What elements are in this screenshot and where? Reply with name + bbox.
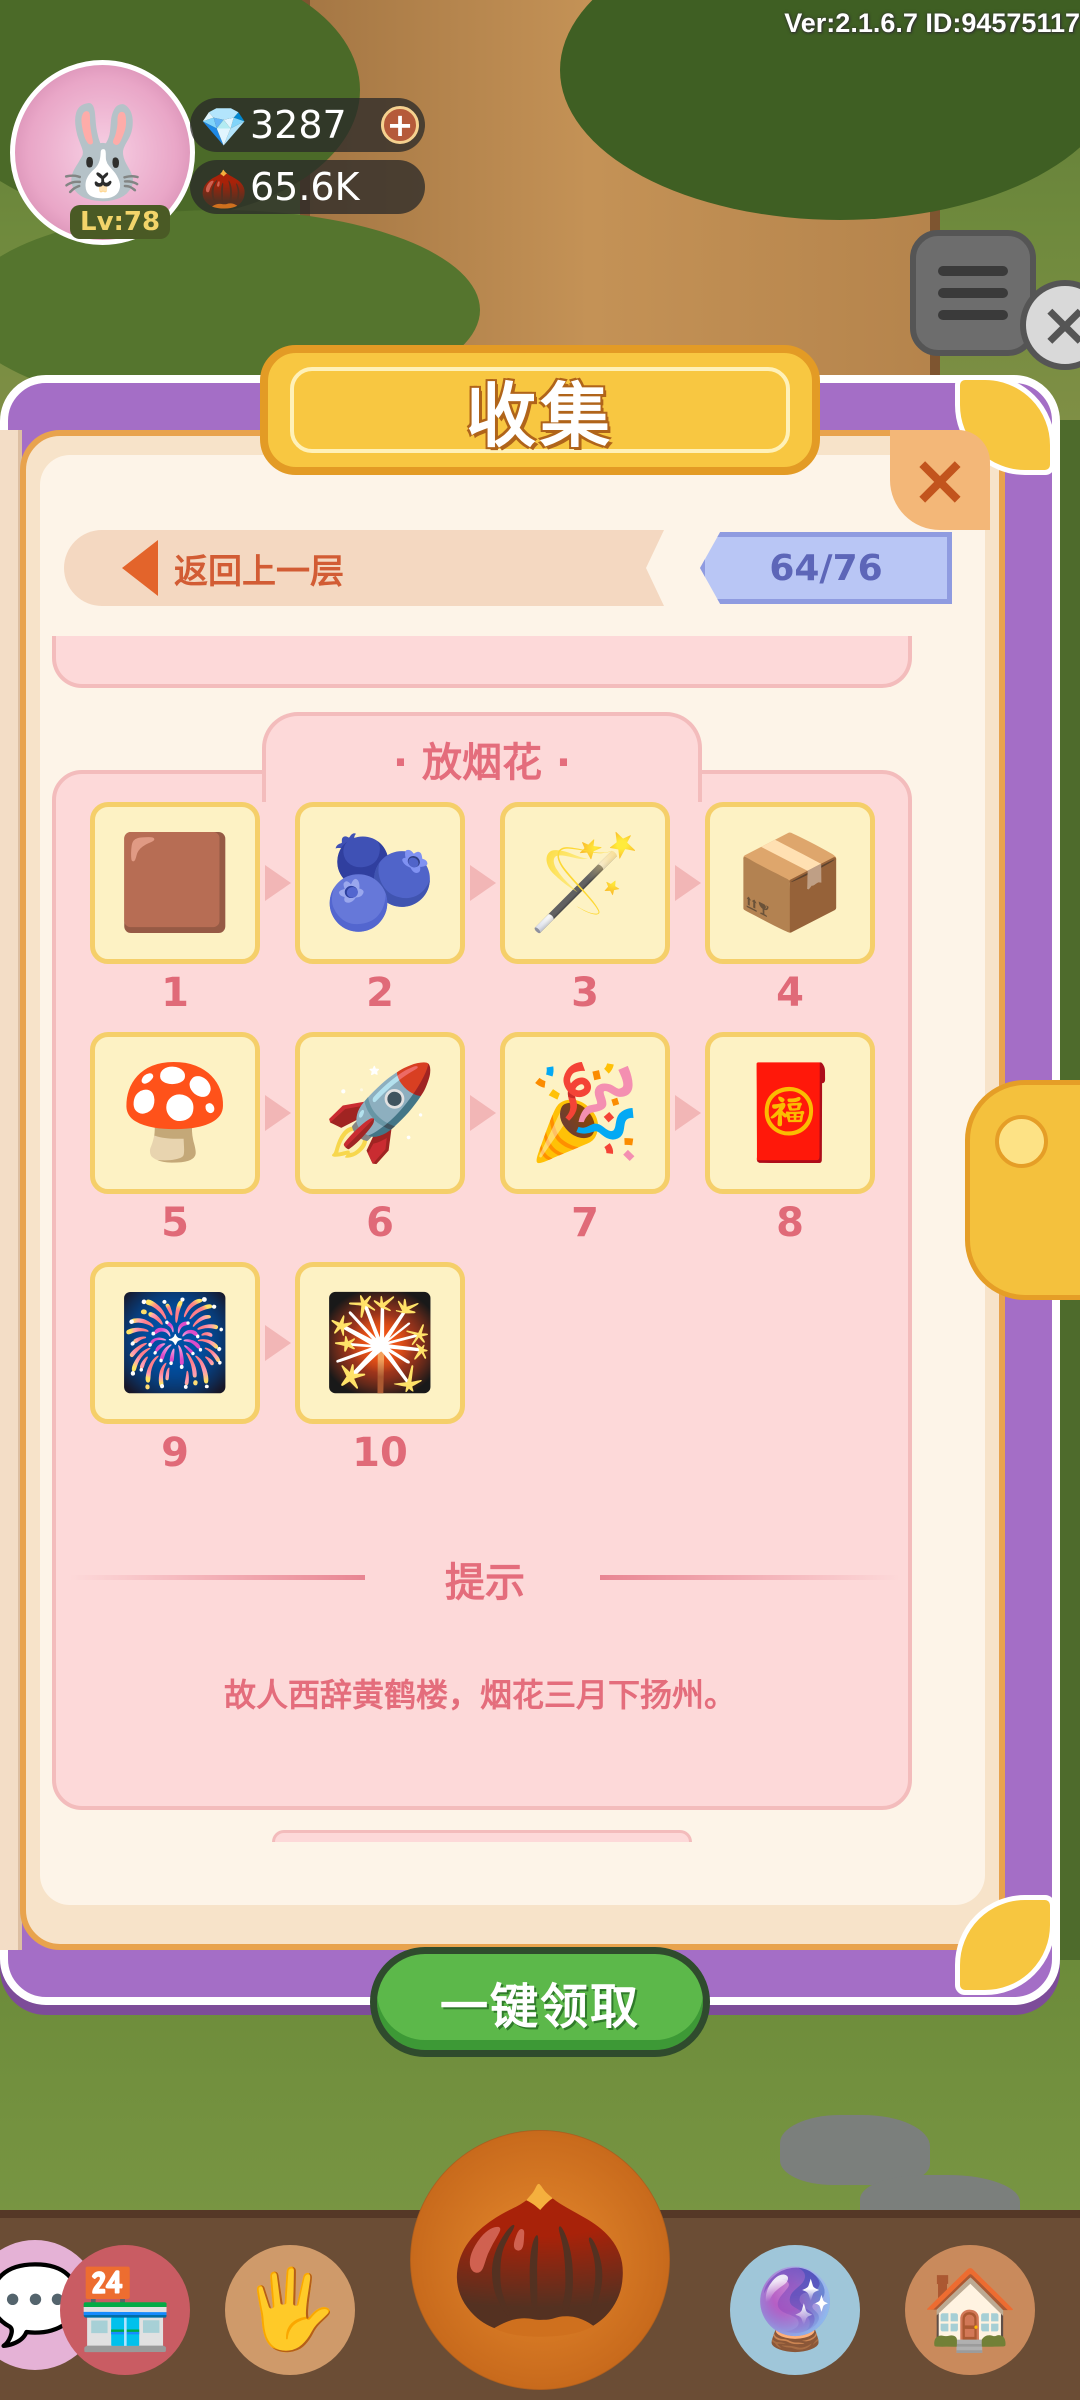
set-title-tab: · 放烟花 · xyxy=(262,712,702,802)
back-arrow-icon xyxy=(122,540,158,596)
divider-right xyxy=(600,1575,900,1580)
menu-icon xyxy=(938,310,1008,320)
previous-set-card xyxy=(52,636,912,688)
seed-value: 65.6K xyxy=(250,165,360,209)
chevron-right-icon xyxy=(675,1095,701,1131)
close-icon: × xyxy=(910,439,970,521)
item-number: 9 xyxy=(161,1430,189,1476)
collection-item-slot[interactable]: 🟫 xyxy=(90,802,260,964)
modal-title-banner: 收集 xyxy=(260,345,820,475)
version-label: Ver:2.1.6.7 ID:94575117 xyxy=(784,8,1080,38)
menu-icon xyxy=(938,288,1008,298)
gem-icon: 💎 xyxy=(200,105,248,149)
collection-item-slot[interactable]: 🪄 xyxy=(500,802,670,964)
hint-title: 提示 xyxy=(445,1560,525,1606)
collection-progress: 64/76 xyxy=(700,532,952,604)
item-number: 6 xyxy=(366,1200,394,1246)
collection-item-slot[interactable]: 🚀 xyxy=(295,1032,465,1194)
modal-title: 收集 xyxy=(466,374,614,457)
chevron-right-icon xyxy=(265,1325,291,1361)
seed-icon: 🌰 xyxy=(200,167,248,211)
collection-item-slot[interactable]: 📦 xyxy=(705,802,875,964)
add-gems-button[interactable]: + xyxy=(381,106,419,144)
chevron-right-icon xyxy=(675,865,701,901)
collection-item-slot[interactable]: 🎇 xyxy=(295,1262,465,1424)
side-bookmark-tab[interactable] xyxy=(965,1080,1080,1300)
berries-icon: 🫐 xyxy=(322,829,438,936)
collection-item-slot[interactable]: 🫐 xyxy=(295,802,465,964)
close-button[interactable]: × xyxy=(890,430,990,530)
shop-icon[interactable]: 🏪 xyxy=(60,2245,190,2375)
item-number: 1 xyxy=(161,970,189,1016)
next-set-card xyxy=(272,1830,692,1842)
collection-item-slot[interactable]: 🍄 xyxy=(90,1032,260,1194)
firework-set-icon: 🎆 xyxy=(117,1289,233,1396)
menu-button[interactable] xyxy=(910,230,1036,356)
divider-left xyxy=(70,1575,365,1580)
star-wand-icon: 🪄 xyxy=(527,829,643,936)
hint-text: 故人西辞黄鹤楼，烟花三月下扬州。 xyxy=(223,1676,736,1714)
item-number: 2 xyxy=(366,970,394,1016)
claim-all-label: 一键领取 xyxy=(439,1979,640,2035)
item-number: 5 xyxy=(161,1200,189,1246)
chevron-right-icon xyxy=(265,1095,291,1131)
claim-all-button[interactable]: 一键领取 xyxy=(370,1947,710,2057)
chevron-right-icon xyxy=(265,865,291,901)
gem-counter: 💎 3287 + xyxy=(190,98,425,152)
gem-value: 3287 xyxy=(250,103,347,147)
collection-item-slot[interactable]: 🎆 xyxy=(90,1262,260,1424)
hand-icon[interactable]: 🖐 xyxy=(225,2245,355,2375)
chevron-right-icon xyxy=(470,865,496,901)
firework-powder-mat-icon: 🟫 xyxy=(117,829,233,936)
item-number: 10 xyxy=(352,1430,408,1476)
seed-counter: 🌰 65.6K xyxy=(190,160,425,214)
set-title: · 放烟花 · xyxy=(392,740,572,786)
item-number: 8 xyxy=(776,1200,804,1246)
collection-item-slot[interactable]: 🎉 xyxy=(500,1032,670,1194)
item-number: 4 xyxy=(776,970,804,1016)
progress-value: 64/76 xyxy=(769,547,883,589)
chevron-right-icon xyxy=(470,1095,496,1131)
house-icon[interactable]: 🏠 xyxy=(905,2245,1035,2375)
matchbox-icon: 📦 xyxy=(732,829,848,936)
firework-bundle-icon: 🎇 xyxy=(322,1289,438,1396)
back-button-label: 返回上一层 xyxy=(174,551,344,592)
acorn-icon[interactable]: 🌰 xyxy=(410,2130,670,2390)
rock xyxy=(780,2115,930,2185)
item-number: 3 xyxy=(571,970,599,1016)
level-badge: Lv:78 xyxy=(70,205,171,239)
rockets-icon: 🚀 xyxy=(322,1059,438,1166)
menu-icon xyxy=(938,266,1008,276)
firework-box-icon: 🧧 xyxy=(732,1059,848,1166)
book-spine xyxy=(0,430,22,1950)
collection-item-slot[interactable]: 🧧 xyxy=(705,1032,875,1194)
cone-firework-icon: 🎉 xyxy=(527,1059,643,1166)
mushroom-firework-icon: 🍄 xyxy=(117,1059,233,1166)
item-number: 7 xyxy=(571,1200,599,1246)
snow-globe-icon[interactable]: 🔮 xyxy=(730,2245,860,2375)
